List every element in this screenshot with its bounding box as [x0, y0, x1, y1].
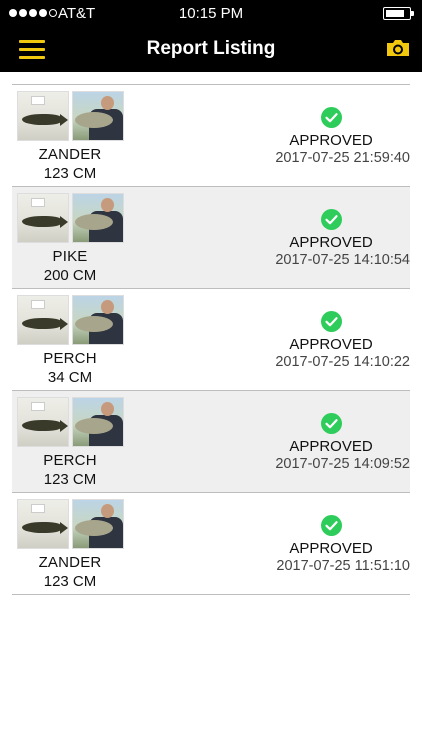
angler-catch-photo[interactable]: [72, 91, 124, 141]
species-label: PERCH: [43, 452, 97, 469]
report-timestamp: 2017-07-25 11:51:10: [276, 558, 410, 574]
length-label: 34 CM: [47, 369, 93, 386]
status-label: APPROVED: [289, 234, 373, 251]
fish-measurement-photo[interactable]: [17, 295, 69, 345]
report-row[interactable]: ZANDER 123 CM APPROVED 2017-07-25 21:59:40: [12, 85, 410, 187]
report-row[interactable]: PERCH 123 CM APPROVED 2017-07-25 14:09:52: [12, 391, 410, 493]
fish-measurement-photo[interactable]: [17, 91, 69, 141]
report-timestamp: 2017-07-25 21:59:40: [275, 150, 410, 166]
report-row[interactable]: PIKE 200 CM APPROVED 2017-07-25 14:10:54: [12, 187, 410, 289]
species-label: ZANDER: [38, 146, 102, 163]
status-bar: AT&T 10:15 PM: [0, 0, 422, 28]
check-circle-icon: [321, 311, 342, 332]
report-row[interactable]: ZANDER 123 CM APPROVED 2017-07-25 11:51:10: [12, 493, 410, 595]
navigation-bar: Report Listing: [0, 28, 422, 72]
status-label: APPROVED: [289, 132, 373, 149]
fish-measurement-photo[interactable]: [17, 499, 69, 549]
status-time: 10:15 PM: [178, 5, 244, 22]
length-label: 200 CM: [43, 267, 97, 284]
species-label: ZANDER: [38, 554, 102, 571]
status-label: APPROVED: [289, 540, 373, 557]
check-circle-icon: [321, 515, 342, 536]
length-label: 123 CM: [43, 165, 97, 182]
angler-catch-photo[interactable]: [72, 499, 124, 549]
species-label: PERCH: [43, 350, 97, 367]
report-list: ZANDER 123 CM APPROVED 2017-07-25 21:59:40 P…: [12, 84, 410, 595]
status-label: APPROVED: [289, 336, 373, 353]
status-label: APPROVED: [289, 438, 373, 455]
fish-measurement-photo[interactable]: [17, 193, 69, 243]
page-title: Report Listing: [146, 38, 276, 59]
species-label: PIKE: [52, 248, 88, 265]
battery-icon: [383, 7, 414, 20]
check-circle-icon: [321, 209, 342, 230]
check-circle-icon: [321, 107, 342, 128]
length-label: 123 CM: [43, 471, 97, 488]
report-row[interactable]: PERCH 34 CM APPROVED 2017-07-25 14:10:22: [12, 289, 410, 391]
report-timestamp: 2017-07-25 14:10:22: [275, 354, 410, 370]
length-label: 123 CM: [43, 573, 97, 590]
camera-icon[interactable]: [385, 38, 411, 58]
fish-measurement-photo[interactable]: [17, 397, 69, 447]
angler-catch-photo[interactable]: [72, 295, 124, 345]
check-circle-icon: [321, 413, 342, 434]
report-timestamp: 2017-07-25 14:09:52: [275, 456, 410, 472]
report-timestamp: 2017-07-25 14:10:54: [275, 252, 410, 268]
angler-catch-photo[interactable]: [72, 193, 124, 243]
angler-catch-photo[interactable]: [72, 397, 124, 447]
